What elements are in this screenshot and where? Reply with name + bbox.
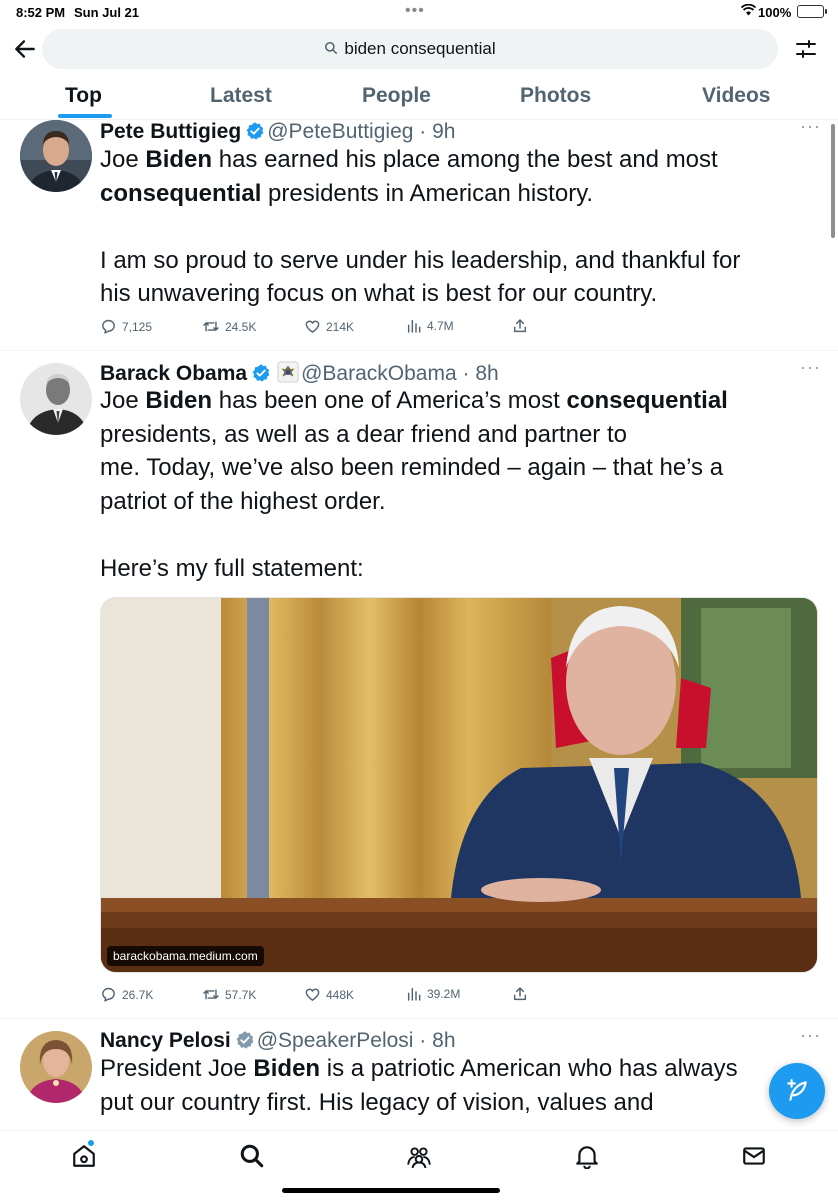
repost-button[interactable]: 57.7K (202, 986, 256, 1003)
avatar[interactable] (20, 1031, 92, 1103)
share-icon (513, 987, 527, 1001)
search-tabs: Top Latest People Photos Videos (0, 74, 838, 120)
tweet-text: Joe Biden has earned his place among the… (100, 146, 741, 307)
tweet[interactable]: Pete Buttigieg @PeteButtigieg · 9h ··· Jo… (0, 120, 838, 350)
repost-count: 24.5K (225, 319, 257, 334)
search-results-feed[interactable]: Pete Buttigieg @PeteButtigieg · 9h ··· Jo… (0, 120, 838, 1130)
tweet-actions: 7,125 24.5K 214K 4.7M (100, 318, 540, 340)
back-arrow-icon[interactable] (12, 36, 38, 62)
tweet-time[interactable]: 8h (432, 1029, 455, 1052)
tweet-header: Barack Obama @BarackObama · 8h (100, 361, 499, 385)
views-chart-icon (407, 987, 421, 1001)
reply-icon (102, 987, 115, 1002)
views-chart-icon (407, 319, 421, 333)
repost-icon (203, 989, 219, 1000)
link-card-image[interactable]: barackobama.medium.com (100, 597, 818, 973)
like-button[interactable]: 448K (304, 986, 354, 1003)
author-name[interactable]: Pete Buttigieg (100, 120, 241, 143)
verified-badge-icon (252, 364, 270, 382)
tweet-text: President Joe Biden is a patriotic Ameri… (100, 1055, 738, 1116)
reply-count: 7,125 (122, 319, 153, 334)
view-count: 4.7M (427, 319, 454, 333)
status-time: 8:52 PM (16, 5, 66, 20)
more-options-icon[interactable]: ··· (800, 1025, 821, 1046)
view-count: 39.2M (427, 987, 461, 1001)
repost-button[interactable]: 24.5K (202, 318, 256, 335)
notifications-bell-icon[interactable] (574, 1143, 600, 1169)
tweet-header: Nancy Pelosi @SpeakerPelosi · 8h (100, 1029, 456, 1052)
communities-icon[interactable] (406, 1143, 432, 1169)
reply-icon (102, 319, 115, 334)
more-options-icon[interactable]: ··· (800, 120, 821, 137)
home-indicator[interactable] (282, 1188, 500, 1193)
reply-button[interactable]: 7,125 (100, 318, 152, 335)
search-query: biden consequential (344, 39, 496, 58)
author-handle[interactable]: @SpeakerPelosi (257, 1029, 414, 1052)
author-handle[interactable]: @BarackObama (301, 362, 457, 385)
tab-top[interactable]: Top (65, 84, 102, 108)
reply-count: 26.7K (122, 987, 154, 1002)
share-button[interactable] (512, 318, 528, 334)
government-seal-icon (277, 361, 299, 383)
search-header: biden consequential (0, 28, 838, 72)
tweet[interactable]: Barack Obama @BarackObama · 8h ··· Joe Bi… (0, 357, 838, 1017)
avatar[interactable] (20, 120, 92, 192)
reply-button[interactable]: 26.7K (100, 986, 153, 1003)
compose-post-button[interactable] (769, 1063, 825, 1119)
wifi-icon (741, 4, 756, 16)
bottom-navigation (0, 1130, 838, 1200)
tweet-time[interactable]: 9h (432, 120, 455, 143)
active-tab-indicator (58, 114, 112, 118)
author-name[interactable]: Nancy Pelosi (100, 1029, 231, 1052)
views-button[interactable]: 39.2M (406, 986, 460, 1002)
link-domain: barackobama.medium.com (107, 946, 264, 966)
multitasking-dots[interactable]: ••• (405, 2, 425, 20)
battery-icon (797, 5, 827, 18)
tweet-divider (0, 1018, 838, 1019)
compose-feather-plus-icon (787, 1079, 807, 1101)
status-date: Sun Jul 21 (74, 5, 140, 20)
tweet-text: Joe Biden has been one of America’s most… (100, 387, 728, 582)
verified-badge-grey-icon (236, 1031, 254, 1049)
share-button[interactable] (512, 986, 528, 1002)
status-bar: 8:52 PM Sun Jul 21 ••• 100% (0, 0, 838, 24)
search-icon[interactable] (239, 1143, 265, 1169)
home-notification-dot (88, 1140, 94, 1146)
repost-count: 57.7K (225, 987, 257, 1002)
tweet[interactable]: Nancy Pelosi @SpeakerPelosi · 8h ··· Pres… (0, 1025, 838, 1130)
tweet-actions: 26.7K 57.7K 448K 39.2M (100, 986, 540, 1008)
share-icon (513, 319, 527, 333)
views-button[interactable]: 4.7M (406, 318, 454, 334)
like-button[interactable]: 214K (304, 318, 354, 335)
tweet-divider (0, 350, 838, 351)
like-count: 214K (326, 319, 355, 334)
tweet-header: Pete Buttigieg @PeteButtigieg · 9h (100, 120, 456, 143)
author-name[interactable]: Barack Obama (100, 362, 247, 385)
biden-oval-office-photo (101, 598, 817, 972)
search-icon (325, 42, 338, 55)
tweet-time[interactable]: 8h (475, 362, 498, 385)
heart-icon (305, 320, 320, 334)
battery-percent: 100% (758, 5, 792, 20)
home-icon[interactable] (71, 1143, 97, 1169)
search-input[interactable]: biden consequential (42, 29, 778, 69)
author-handle[interactable]: @PeteButtigieg (267, 120, 413, 143)
heart-icon (305, 988, 320, 1002)
repost-icon (203, 321, 219, 332)
verified-badge-icon (246, 122, 264, 140)
like-count: 448K (326, 987, 355, 1002)
messages-envelope-icon[interactable] (741, 1143, 767, 1169)
filter-sliders-icon[interactable] (794, 37, 818, 61)
scrollbar[interactable] (831, 124, 835, 238)
tab-people[interactable]: People (362, 84, 431, 108)
tab-latest[interactable]: Latest (210, 84, 272, 108)
tab-photos[interactable]: Photos (520, 84, 591, 108)
tab-videos[interactable]: Videos (702, 84, 770, 108)
avatar[interactable] (20, 363, 92, 435)
more-options-icon[interactable]: ··· (800, 357, 821, 378)
